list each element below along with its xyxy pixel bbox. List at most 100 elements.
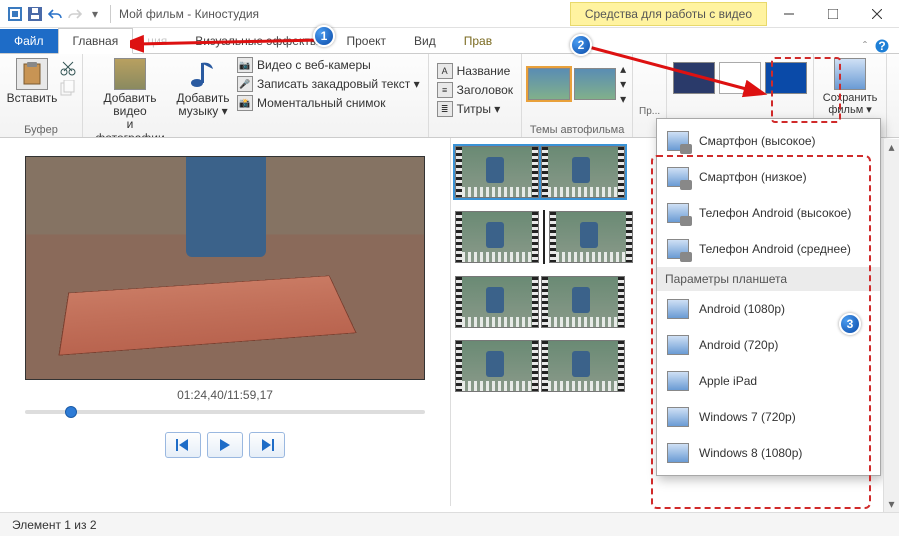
app-icon xyxy=(6,5,24,23)
redo-icon[interactable] xyxy=(66,5,84,23)
tab-animation[interactable]: ция xyxy=(133,29,181,53)
dd-ipad[interactable]: Apple iPad xyxy=(657,363,880,399)
status-bar: Элемент 1 из 2 xyxy=(0,512,899,536)
seek-bar[interactable] xyxy=(25,410,425,414)
qat-dropdown-icon[interactable]: ▾ xyxy=(86,5,104,23)
add-music-button[interactable]: Добавить музыку ▾ xyxy=(175,56,231,138)
tab-edit[interactable]: Прав xyxy=(450,29,506,53)
dd-android-mid[interactable]: Телефон Android (среднее) xyxy=(657,231,880,267)
webcam-icon: 📷 xyxy=(237,57,253,73)
theme-thumb[interactable] xyxy=(528,68,570,100)
add-video-button[interactable]: Добавить видео и фотографии xyxy=(89,56,171,138)
music-note-icon xyxy=(187,58,219,90)
theme-thumb[interactable] xyxy=(574,68,616,100)
tab-visual-effects[interactable]: Визуальные эффекты xyxy=(181,29,332,53)
scroll-down-icon[interactable]: ▾ xyxy=(884,496,899,512)
tab-view[interactable]: Вид xyxy=(400,29,450,53)
contextual-tab-label: Средства для работы с видео xyxy=(570,2,767,26)
title-icon: A xyxy=(437,63,453,79)
phone-icon xyxy=(667,203,689,223)
paste-button[interactable]: Вставить xyxy=(6,56,58,107)
save-icon[interactable] xyxy=(26,5,44,23)
webcam-button[interactable]: 📷Видео с веб-камеры xyxy=(235,56,422,74)
clip-thumb[interactable] xyxy=(549,211,633,263)
preview-pane: 01:24,40/11:59,17 xyxy=(0,138,450,506)
help-icon[interactable]: ? xyxy=(875,39,889,53)
maximize-button[interactable] xyxy=(811,0,855,28)
dd-android-high[interactable]: Телефон Android (высокое) xyxy=(657,195,880,231)
clip-thumb[interactable] xyxy=(455,340,539,392)
close-button[interactable] xyxy=(855,0,899,28)
time-position: 01:24,40/11:59,17 xyxy=(177,388,273,402)
phone-icon xyxy=(667,167,689,187)
credits-icon: ≣ xyxy=(437,101,453,117)
dd-smartphone-high[interactable]: Смартфон (высокое) xyxy=(657,123,880,159)
svg-text:?: ? xyxy=(878,39,885,53)
group-themes: ▴ ▾ ▾ Темы автофильма xyxy=(522,54,633,137)
clip-thumb[interactable] xyxy=(541,146,625,198)
window-title: Мой фильм - Киностудия xyxy=(111,7,570,21)
scroll-up-icon[interactable]: ▴ xyxy=(884,139,899,155)
voiceover-button[interactable]: 🎤Записать закадровый текст ▾ xyxy=(235,75,422,93)
header-button[interactable]: ≡Заголовок xyxy=(435,81,515,99)
clip-thumb[interactable] xyxy=(455,146,539,198)
phone-icon xyxy=(667,239,689,259)
group-add: Добавить видео и фотографии Добавить муз… xyxy=(83,54,429,137)
theme-down-icon[interactable]: ▾ xyxy=(620,77,626,91)
tablet-icon xyxy=(667,443,689,463)
titles-button[interactable]: ≣Титры ▾ xyxy=(435,100,515,118)
vertical-scrollbar[interactable]: ▴ ▾ xyxy=(883,139,899,512)
mic-icon: 🎤 xyxy=(237,76,253,92)
dd-smartphone-low[interactable]: Смартфон (низкое) xyxy=(657,159,880,195)
play-button[interactable] xyxy=(207,432,243,458)
next-frame-button[interactable] xyxy=(249,432,285,458)
tablet-icon xyxy=(667,371,689,391)
snapshot-button[interactable]: 📸Моментальный снимок xyxy=(235,94,422,112)
save-movie-button[interactable]: Сохранить фильм ▾ xyxy=(820,56,880,118)
theme-more-icon[interactable]: ▾ xyxy=(620,92,626,106)
annotation-badge-2: 2 xyxy=(570,34,592,56)
dd-win8[interactable]: Windows 8 (1080p) xyxy=(657,435,880,471)
title-button[interactable]: AНазвание xyxy=(435,62,515,80)
header-icon: ≡ xyxy=(437,82,453,98)
clip-thumb[interactable] xyxy=(455,211,539,263)
tablet-icon xyxy=(667,299,689,319)
cut-icon[interactable] xyxy=(60,60,76,76)
group-text: AНазвание ≡Заголовок ≣Титры ▾ xyxy=(429,54,522,137)
clip-thumb[interactable] xyxy=(541,340,625,392)
clipboard-icon xyxy=(16,58,48,90)
group-signin: Войти xyxy=(887,54,899,137)
phone-icon xyxy=(667,131,689,151)
title-bar: ▾ Мой фильм - Киностудия Средства для ра… xyxy=(0,0,899,28)
minimize-button[interactable] xyxy=(767,0,811,28)
quick-access-toolbar: ▾ xyxy=(0,5,110,23)
status-text: Элемент 1 из 2 xyxy=(12,518,97,532)
publish-thumb[interactable] xyxy=(765,62,807,94)
playhead[interactable] xyxy=(543,210,545,264)
annotation-badge-1: 1 xyxy=(313,25,335,47)
publish-thumb[interactable] xyxy=(719,62,761,94)
film-export-icon xyxy=(834,58,866,90)
tab-home[interactable]: Главная xyxy=(58,28,134,54)
group-buffer: Вставить Буфер xyxy=(0,54,83,137)
dd-win7[interactable]: Windows 7 (720p) xyxy=(657,399,880,435)
tab-file[interactable]: Файл xyxy=(0,29,58,53)
ribbon-tabs: Файл Главная ция Визуальные эффекты Прое… xyxy=(0,28,899,54)
tablet-icon xyxy=(667,407,689,427)
tablet-icon xyxy=(667,335,689,355)
collapse-ribbon-icon[interactable]: ˆ xyxy=(863,39,867,53)
camera-icon: 📸 xyxy=(237,95,253,111)
signin-button[interactable]: Войти xyxy=(893,56,899,107)
copy-icon[interactable] xyxy=(60,80,76,96)
video-preview[interactable] xyxy=(25,156,425,380)
save-movie-dropdown: Смартфон (высокое) Смартфон (низкое) Тел… xyxy=(656,118,881,476)
dd-tablet-header: Параметры планшета xyxy=(657,267,880,291)
prev-frame-button[interactable] xyxy=(165,432,201,458)
clip-thumb[interactable] xyxy=(455,276,539,328)
tab-project[interactable]: Проект xyxy=(332,29,400,53)
publish-thumb[interactable] xyxy=(673,62,715,94)
theme-up-icon[interactable]: ▴ xyxy=(620,62,626,76)
filmstrip-icon xyxy=(114,58,146,90)
undo-icon[interactable] xyxy=(46,5,64,23)
clip-thumb[interactable] xyxy=(541,276,625,328)
